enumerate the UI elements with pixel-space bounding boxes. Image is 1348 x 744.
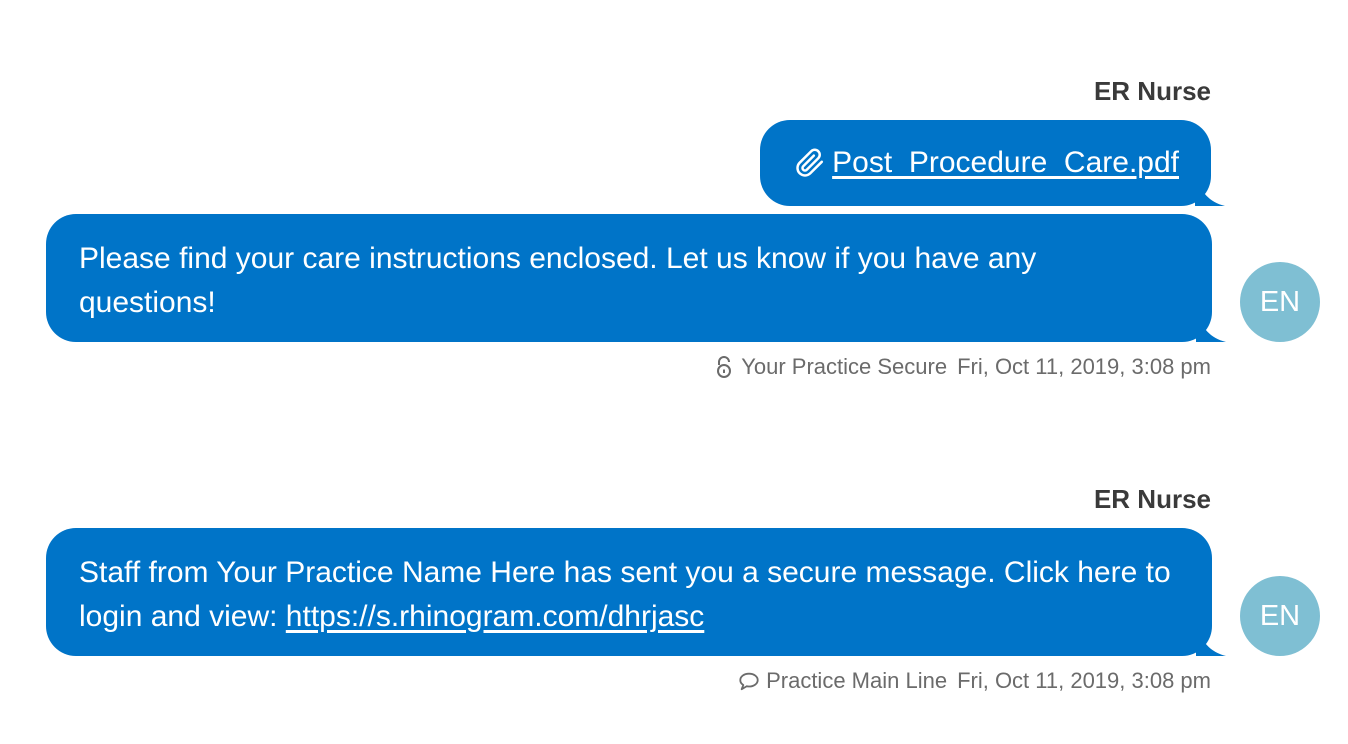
message-meta: Your Practice Secure Fri, Oct 11, 2019, … bbox=[713, 354, 1211, 380]
message-text: Please find your care instructions enclo… bbox=[79, 242, 1037, 319]
timestamp: Fri, Oct 11, 2019, 3:08 pm bbox=[957, 354, 1211, 379]
message-thread: ER Nurse Post_Procedure_Care.pdf Please … bbox=[0, 0, 1348, 744]
sender-name: ER Nurse bbox=[1093, 484, 1211, 514]
lock-icon bbox=[713, 355, 735, 379]
bubble-tail bbox=[1196, 312, 1226, 342]
message-bubble: Please find your care instructions enclo… bbox=[46, 214, 1212, 342]
paperclip-icon bbox=[794, 147, 826, 179]
channel-name: Practice Main Line bbox=[766, 668, 948, 693]
attachment-link[interactable]: Post_Procedure_Care.pdf bbox=[832, 141, 1179, 185]
secure-message-link[interactable]: https://s.rhinogram.com/dhrjasc bbox=[286, 600, 705, 633]
avatar: EN bbox=[1240, 262, 1320, 342]
bubble-tail bbox=[1196, 626, 1226, 656]
sender-name: ER Nurse bbox=[1093, 76, 1211, 106]
speech-bubble-icon bbox=[738, 669, 760, 693]
attachment-bubble: Post_Procedure_Care.pdf bbox=[760, 120, 1211, 206]
message-bubble: Staff from Your Practice Name Here has s… bbox=[46, 528, 1212, 656]
timestamp: Fri, Oct 11, 2019, 3:08 pm bbox=[957, 668, 1211, 693]
avatar: EN bbox=[1240, 576, 1320, 656]
message-meta: Practice Main Line Fri, Oct 11, 2019, 3:… bbox=[738, 668, 1211, 694]
bubble-tail bbox=[1195, 176, 1225, 206]
channel-name: Your Practice Secure bbox=[741, 354, 948, 379]
